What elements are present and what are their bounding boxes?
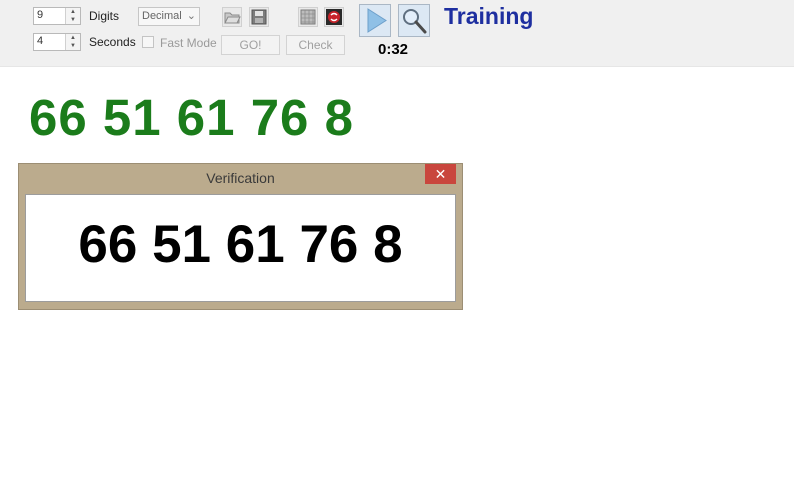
close-icon[interactable]: ✕ [425,164,456,184]
grid-icon [300,9,316,25]
elapsed-timer: 0:32 [378,41,409,58]
spin-down-icon[interactable]: ▼ [66,42,80,50]
page-title: Training [444,3,534,29]
digits-spinner[interactable]: 9 ▲ ▼ [33,7,81,25]
play-icon [367,8,387,33]
start-training-button[interactable] [359,4,391,37]
seconds-label: Seconds [89,35,136,49]
dialog-title: Verification [206,170,275,186]
go-button[interactable]: GO! [221,35,280,55]
grid-button[interactable] [298,7,318,27]
chevron-down-icon[interactable]: ⌄ [187,9,196,22]
open-folder-icon [224,12,241,24]
verification-dialog: Verification ✕ 66 51 61 76 8 [18,163,463,310]
verification-sequence: 66 51 61 76 8 [78,215,403,274]
digits-spinner-arrows[interactable]: ▲ ▼ [65,8,80,24]
save-icon [251,9,267,25]
seconds-spinner[interactable]: 4 ▲ ▼ [33,33,81,51]
digits-label: Digits [89,9,120,23]
seconds-value[interactable]: 4 [37,35,43,47]
spin-down-icon[interactable]: ▼ [66,16,80,24]
check-button[interactable]: Check [286,35,345,55]
stop-icon [326,9,342,25]
open-file-button[interactable] [222,7,242,27]
spin-up-icon[interactable]: ▲ [66,34,80,42]
magnifier-icon [403,9,427,34]
fast-mode-checkbox[interactable] [142,36,154,48]
verify-button[interactable] [398,4,430,37]
dialog-content: 66 51 61 76 8 [25,194,456,302]
number-mode-select[interactable]: Decimal ⌄ [138,7,200,26]
save-button[interactable] [249,7,269,27]
toolbar: 9 ▲ ▼ Digits 4 ▲ ▼ Seconds Decimal ⌄ Fas… [0,0,794,67]
number-mode-value: Decimal [142,10,182,22]
fast-mode-label[interactable]: Fast Mode [160,36,217,50]
digits-value[interactable]: 9 [37,9,43,21]
stop-button[interactable] [324,7,344,27]
number-sequence: 66 51 61 76 8 [29,89,354,146]
seconds-spinner-arrows[interactable]: ▲ ▼ [65,34,80,50]
spin-up-icon[interactable]: ▲ [66,8,80,16]
